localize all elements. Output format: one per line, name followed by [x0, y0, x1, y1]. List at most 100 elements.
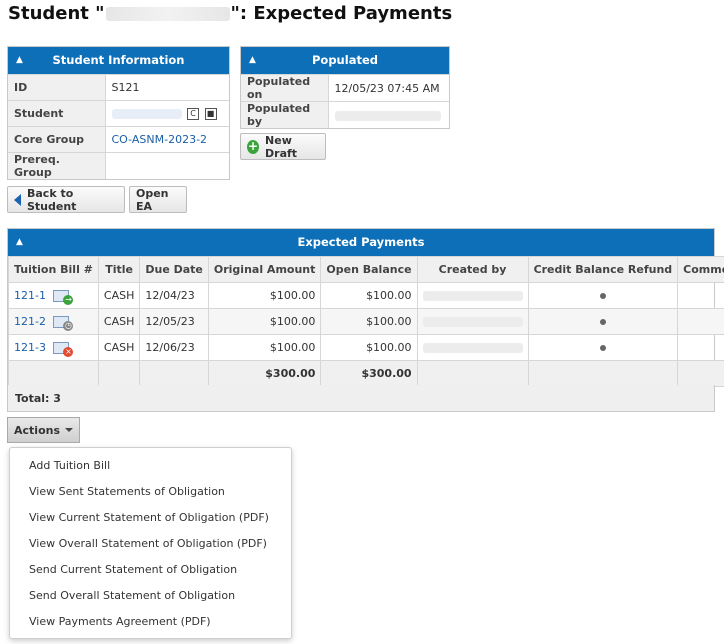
col-tuition-bill[interactable]: Tuition Bill # [8, 256, 99, 283]
cell-bill: 121-2 ◷ [8, 308, 99, 335]
student-info-header[interactable]: ▲ Student Information [8, 47, 229, 74]
bullet-icon [599, 345, 606, 351]
collapse-caret-icon[interactable]: ▲ [16, 229, 23, 256]
table-row: 121-1 → CASH 12/04/23 $100.00 $100.00 [8, 282, 724, 309]
value-core-group: CO-ASNM-2023-2 [105, 126, 229, 153]
cell-comment [677, 308, 724, 335]
expected-payments-header[interactable]: ▲ Expected Payments [8, 229, 714, 256]
populated-panel: ▲ Populated Populated on 12/05/23 07:45 … [240, 46, 450, 129]
menu-item-add-tuition-bill[interactable]: Add Tuition Bill [10, 453, 291, 479]
populated-title: Populated [312, 53, 378, 67]
value-prereq-group [105, 152, 229, 179]
info-row-prereq-group: Prereq. Group [8, 152, 229, 179]
cell-created-by [416, 334, 529, 361]
cell-created-by [416, 282, 529, 309]
pending-clock-icon: ◷ [53, 316, 74, 331]
table-row: 121-3 × CASH 12/06/23 $100.00 $100.00 [8, 334, 724, 361]
col-due-date[interactable]: Due Date [139, 256, 209, 283]
col-original-amount[interactable]: Original Amount [207, 256, 322, 283]
value-id: S121 [105, 74, 229, 101]
redacted-student-name [105, 7, 230, 21]
actions-menu: Add Tuition Bill View Sent Statements of… [9, 447, 292, 639]
cell-due-date: 12/06/23 [139, 334, 209, 361]
cell-credit-refund [527, 308, 679, 335]
cell-due-date: 12/05/23 [139, 308, 209, 335]
cell-original-amount: $100.00 [207, 282, 322, 309]
cell-comment [677, 282, 724, 309]
back-to-student-button[interactable]: Back to Student [7, 186, 125, 213]
plus-icon: + [247, 138, 260, 154]
bill-link[interactable]: 121-2 [14, 315, 46, 328]
label-core-group: Core Group [8, 126, 106, 153]
info-row-core-group: Core Group CO-ASNM-2023-2 [8, 126, 229, 153]
cell-open-balance: $100.00 [320, 334, 418, 361]
cell-bill: 121-3 × [8, 334, 99, 361]
student-info-title: Student Information [52, 53, 185, 67]
cell-title: CASH [97, 282, 141, 309]
bullet-icon [599, 319, 606, 325]
populated-header[interactable]: ▲ Populated [241, 47, 449, 74]
menu-item-send-current-statement[interactable]: Send Current Statement of Obligation [10, 557, 291, 583]
core-group-link[interactable]: CO-ASNM-2023-2 [112, 133, 208, 146]
new-draft-label: New Draft [265, 133, 298, 160]
open-ea-label: Open EA [136, 186, 169, 213]
actions-button[interactable]: Actions [7, 417, 80, 443]
student-info-table: ID S121 Student C ■ Core Group CO-ASNM-2… [8, 74, 229, 179]
redacted-populated-by [334, 110, 441, 121]
page-title-suffix: ": Expected Payments [230, 3, 453, 24]
menu-item-view-current-statement-pdf[interactable]: View Current Statement of Obligation (PD… [10, 505, 291, 531]
page-title: Student " ": Expected Payments [8, 3, 452, 24]
label-id: ID [8, 74, 106, 101]
redacted-student-link[interactable] [111, 109, 182, 119]
total-original-amount: $300.00 [207, 360, 322, 387]
menu-item-view-sent-statements[interactable]: View Sent Statements of Obligation [10, 479, 291, 505]
label-prereq-group: Prereq. Group [8, 152, 106, 179]
cell-credit-refund [527, 282, 679, 309]
open-ea-button[interactable]: Open EA [129, 186, 187, 213]
bill-link[interactable]: 121-3 [14, 341, 46, 354]
value-populated-by [328, 101, 449, 128]
actions-label: Actions [14, 423, 60, 437]
col-open-balance[interactable]: Open Balance [320, 256, 418, 283]
label-populated-by: Populated by [241, 101, 329, 128]
chevron-down-icon [65, 428, 73, 432]
copy-icon[interactable]: C [187, 108, 199, 120]
page-title-prefix: Student " [8, 3, 105, 24]
total-open-balance: $300.00 [320, 360, 418, 387]
col-comment[interactable]: Comment [677, 256, 724, 283]
cell-title: CASH [97, 334, 141, 361]
back-to-student-label: Back to Student [27, 186, 77, 213]
label-student: Student [8, 100, 106, 127]
col-credit-balance-refund[interactable]: Credit Balance Refund [527, 256, 679, 283]
expected-payments-title: Expected Payments [297, 235, 425, 249]
cell-bill: 121-1 → [8, 282, 99, 309]
new-draft-button[interactable]: + New Draft [240, 133, 326, 160]
col-title[interactable]: Title [97, 256, 141, 283]
info-row-student: Student C ■ [8, 100, 229, 127]
cell-open-balance: $100.00 [320, 282, 418, 309]
label-populated-on: Populated on [241, 74, 329, 102]
student-info-panel: ▲ Student Information ID S121 Student C … [7, 46, 230, 180]
cell-due-date: 12/04/23 [139, 282, 209, 309]
collapse-caret-icon[interactable]: ▲ [249, 47, 256, 74]
menu-item-view-overall-statement-pdf[interactable]: View Overall Statement of Obligation (PD… [10, 531, 291, 557]
value-populated-on: 12/05/23 07:45 AM [328, 74, 449, 102]
total-count: Total: 3 [7, 385, 715, 412]
cell-original-amount: $100.00 [207, 308, 322, 335]
lock-icon[interactable]: ■ [204, 108, 217, 120]
bill-link[interactable]: 121-1 [14, 289, 46, 302]
redacted-created-by [422, 317, 523, 327]
info-row-id: ID S121 [8, 74, 229, 101]
totals-row: $300.00 $300.00 [8, 360, 724, 387]
back-arrow-icon [14, 193, 21, 206]
expected-payments-panel: ▲ Expected Payments Tuition Bill # Title… [7, 228, 724, 388]
col-created-by[interactable]: Created by [416, 256, 529, 283]
redacted-created-by [422, 291, 523, 301]
populated-row-on: Populated on 12/05/23 07:45 AM [241, 74, 449, 102]
cell-credit-refund [527, 334, 679, 361]
menu-item-send-overall-statement[interactable]: Send Overall Statement of Obligation [10, 583, 291, 609]
collapse-caret-icon[interactable]: ▲ [16, 47, 23, 74]
menu-item-view-payments-agreement-pdf[interactable]: View Payments Agreement (PDF) [10, 609, 291, 635]
value-student: C ■ [105, 100, 229, 127]
cell-original-amount: $100.00 [207, 334, 322, 361]
